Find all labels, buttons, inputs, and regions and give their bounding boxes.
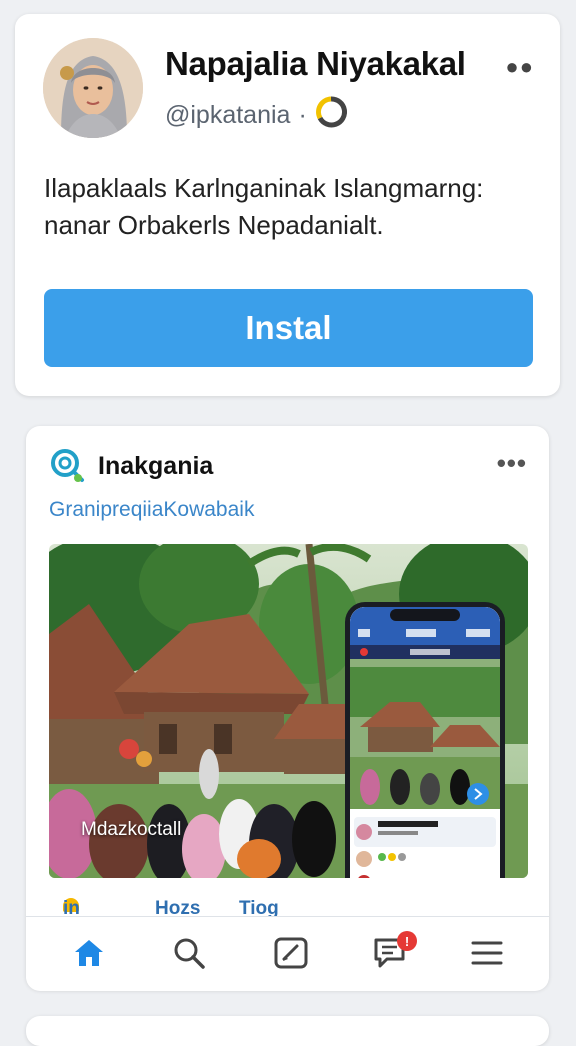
profile-card: Napajalia Niyakakal @ipkatania · ●● Ilap… xyxy=(15,14,560,396)
nav-edit-icon[interactable] xyxy=(269,931,313,975)
profile-bio: Ilapaklaals Karlnganinak Islangmarng: na… xyxy=(44,173,484,240)
app-subtitle[interactable]: GranipreqiiaKowabaik xyxy=(49,498,254,522)
install-button[interactable]: Instal xyxy=(44,289,533,367)
app-logo-icon xyxy=(48,446,86,484)
nav-menu-icon[interactable] xyxy=(465,931,509,975)
separator-dot: · xyxy=(298,101,307,129)
next-card xyxy=(26,1016,549,1046)
more-options-icon[interactable]: ●● xyxy=(505,54,534,80)
app-photo[interactable]: Mdazkoctall xyxy=(49,544,528,878)
nav-home-icon[interactable] xyxy=(67,931,111,975)
phone-screen xyxy=(350,607,500,878)
photo-caption: Mdazkoctall xyxy=(81,819,182,840)
profile-name: Napajalia Niyakakal xyxy=(165,45,466,82)
messages-badge: ! xyxy=(397,931,417,951)
profile-handle: @ipkatania xyxy=(165,101,291,129)
status-icon xyxy=(315,96,347,135)
phone-mockup xyxy=(345,602,505,878)
app-more-options-icon[interactable]: ••• xyxy=(497,448,527,479)
handle-row: @ipkatania · xyxy=(165,96,347,135)
avatar[interactable] xyxy=(43,38,143,138)
bottom-nav: ! xyxy=(26,916,549,991)
app-name: Inakgania xyxy=(98,452,214,480)
nav-search-icon[interactable] xyxy=(167,931,211,975)
app-card: Inakgania ••• GranipreqiiaKowabaik Mdazk… xyxy=(26,426,549,991)
nav-messages-icon[interactable]: ! xyxy=(369,931,417,975)
